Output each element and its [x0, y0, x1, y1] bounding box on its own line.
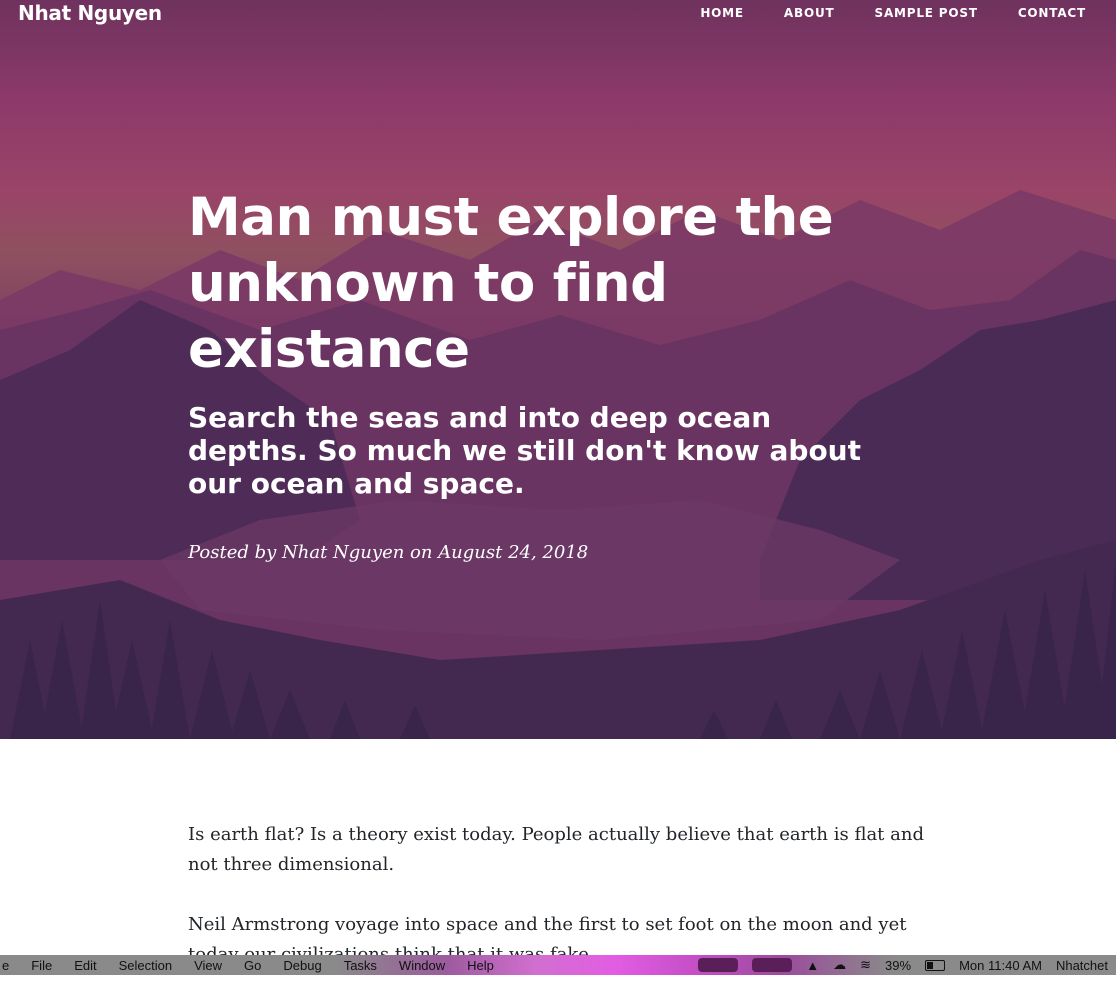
os-menu-bar: e File Edit Selection View Go Debug Task…: [0, 955, 1116, 975]
menu-item-tasks[interactable]: Tasks: [344, 958, 377, 973]
app-indicator-icon[interactable]: [698, 958, 739, 972]
post-title: Man must explore the unknown to find exi…: [188, 187, 834, 380]
menu-item-view[interactable]: View: [194, 958, 222, 973]
menu-item-window[interactable]: Window: [399, 958, 445, 973]
menu-item-debug[interactable]: Debug: [283, 958, 321, 973]
menu-bar-status: ▲ ☁ ≋ 39% Mon 11:40 AM Nhatchet: [684, 955, 1108, 975]
clock[interactable]: Mon 11:40 AM: [959, 958, 1042, 973]
menu-item-app[interactable]: e: [2, 958, 9, 973]
nav-link-home[interactable]: HOME: [700, 6, 744, 20]
nav-link-about[interactable]: ABOUT: [784, 6, 835, 20]
hero-header: Nhat Nguyen HOME ABOUT SAMPLE POST CONTA…: [0, 0, 1116, 739]
app-indicator-icon[interactable]: [752, 958, 793, 972]
menu-item-edit[interactable]: Edit: [74, 958, 96, 973]
battery-icon[interactable]: [925, 959, 946, 971]
battery-percent[interactable]: 39%: [885, 958, 911, 973]
wifi-icon[interactable]: ≋: [860, 957, 871, 973]
nav-link-sample-post[interactable]: SAMPLE POST: [875, 6, 978, 20]
menu-item-go[interactable]: Go: [244, 958, 261, 973]
post-subtitle: Search the seas and into deep ocean dept…: [188, 401, 861, 500]
user-name[interactable]: Nhatchet: [1056, 958, 1108, 973]
post-paragraph: Is earth flat? Is a theory exist today. …: [188, 824, 924, 875]
post-meta: Posted by Nhat Nguyen on August 24, 2018: [188, 542, 589, 563]
menu-item-selection[interactable]: Selection: [119, 958, 172, 973]
nav-link-contact[interactable]: CONTACT: [1018, 6, 1086, 20]
menu-bar-items: e File Edit Selection View Go Debug Task…: [0, 958, 516, 973]
site-brand[interactable]: Nhat Nguyen: [18, 1, 162, 25]
main-nav: HOME ABOUT SAMPLE POST CONTACT: [660, 6, 1086, 20]
menu-item-help[interactable]: Help: [467, 958, 494, 973]
menu-item-file[interactable]: File: [31, 958, 52, 973]
post-heading: Man must explore the unknown to find exi…: [188, 185, 888, 563]
cloud-icon[interactable]: ☁: [833, 957, 846, 973]
elephant-icon[interactable]: ▲: [806, 958, 819, 973]
